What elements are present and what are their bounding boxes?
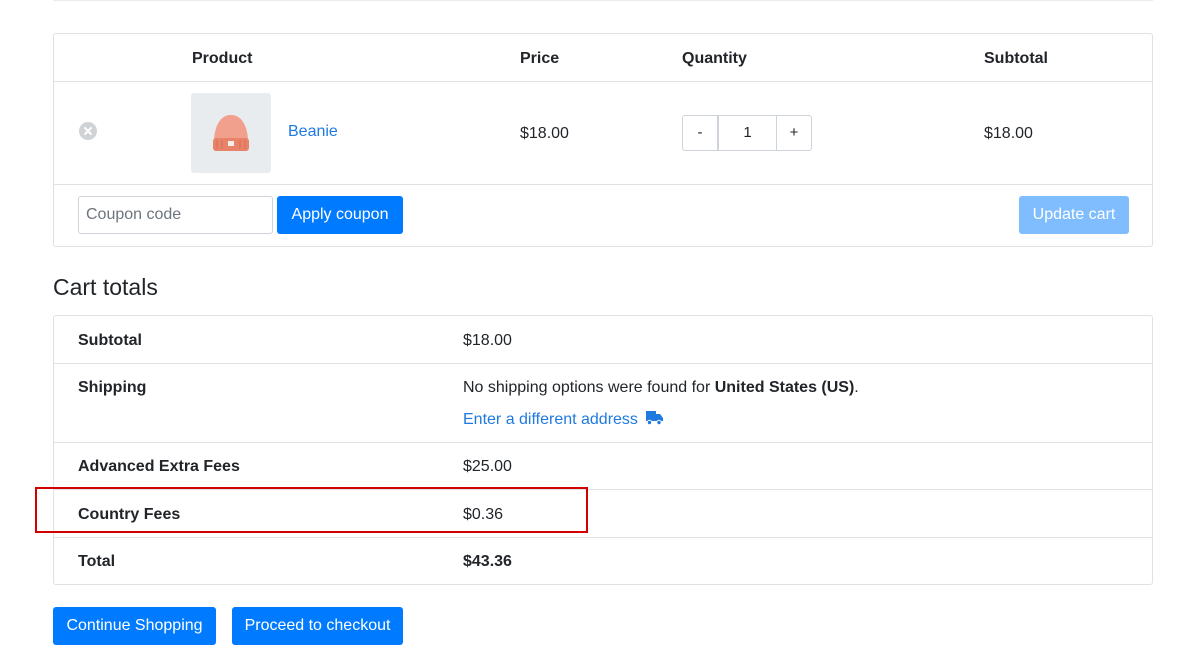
cart-table: Product Price Quantity Subtotal Beanie $… bbox=[53, 33, 1153, 247]
shipping-text-end: . bbox=[854, 379, 859, 396]
header-product: Product bbox=[192, 50, 253, 67]
shipping-country: United States (US) bbox=[714, 379, 855, 396]
totals-fee-row: Advanced Extra Fees $25.00 bbox=[54, 443, 1152, 490]
subtotal-label: Subtotal bbox=[78, 332, 142, 349]
item-price: $18.00 bbox=[520, 125, 569, 142]
header-subtotal: Subtotal bbox=[984, 50, 1048, 67]
item-subtotal: $18.00 bbox=[984, 125, 1033, 142]
shipping-label: Shipping bbox=[78, 379, 147, 396]
different-address-link[interactable]: Enter a different address bbox=[463, 411, 638, 429]
header-quantity: Quantity bbox=[682, 50, 747, 67]
top-divider bbox=[53, 0, 1153, 1]
beanie-image bbox=[213, 115, 249, 151]
total-label: Total bbox=[78, 553, 116, 570]
product-thumbnail[interactable] bbox=[191, 93, 271, 173]
shipping-text: No shipping options were found for bbox=[463, 379, 715, 396]
cart-totals-table: Subtotal $18.00 Shipping No shipping opt… bbox=[53, 315, 1153, 585]
header-price: Price bbox=[520, 50, 560, 67]
cart-actions: Coupon code Apply coupon Update cart bbox=[54, 185, 1152, 247]
total-value: $43.36 bbox=[463, 553, 512, 570]
fee-value: $25.00 bbox=[463, 458, 512, 475]
totals-shipping-row: Shipping No shipping options were found … bbox=[54, 364, 1152, 443]
totals-total-row: Total $43.36 bbox=[54, 538, 1152, 584]
cart-totals-heading: Cart totals bbox=[53, 274, 158, 300]
highlight-annotation-box bbox=[35, 487, 588, 533]
coupon-code-input[interactable]: Coupon code bbox=[78, 196, 273, 234]
update-cart-button[interactable]: Update cart bbox=[1019, 196, 1129, 234]
proceed-to-checkout-button[interactable]: Proceed to checkout bbox=[232, 607, 403, 645]
cart-item-row: Beanie $18.00 - 1 + $18.00 bbox=[54, 82, 1152, 185]
shipping-message: No shipping options were found for Unite… bbox=[463, 379, 859, 397]
remove-item-icon[interactable] bbox=[79, 122, 97, 140]
quantity-input[interactable]: 1 bbox=[718, 115, 777, 151]
quantity-decrease-button[interactable]: - bbox=[682, 115, 718, 151]
totals-subtotal-row: Subtotal $18.00 bbox=[54, 316, 1152, 364]
quantity-increase-button[interactable]: + bbox=[776, 115, 812, 151]
subtotal-value: $18.00 bbox=[463, 332, 512, 349]
truck-icon[interactable] bbox=[646, 411, 663, 425]
product-name-link[interactable]: Beanie bbox=[288, 123, 338, 141]
fee-label: Advanced Extra Fees bbox=[78, 458, 240, 475]
apply-coupon-button[interactable]: Apply coupon bbox=[277, 196, 403, 234]
continue-shopping-button[interactable]: Continue Shopping bbox=[53, 607, 216, 645]
cart-table-header: Product Price Quantity Subtotal bbox=[54, 34, 1152, 82]
